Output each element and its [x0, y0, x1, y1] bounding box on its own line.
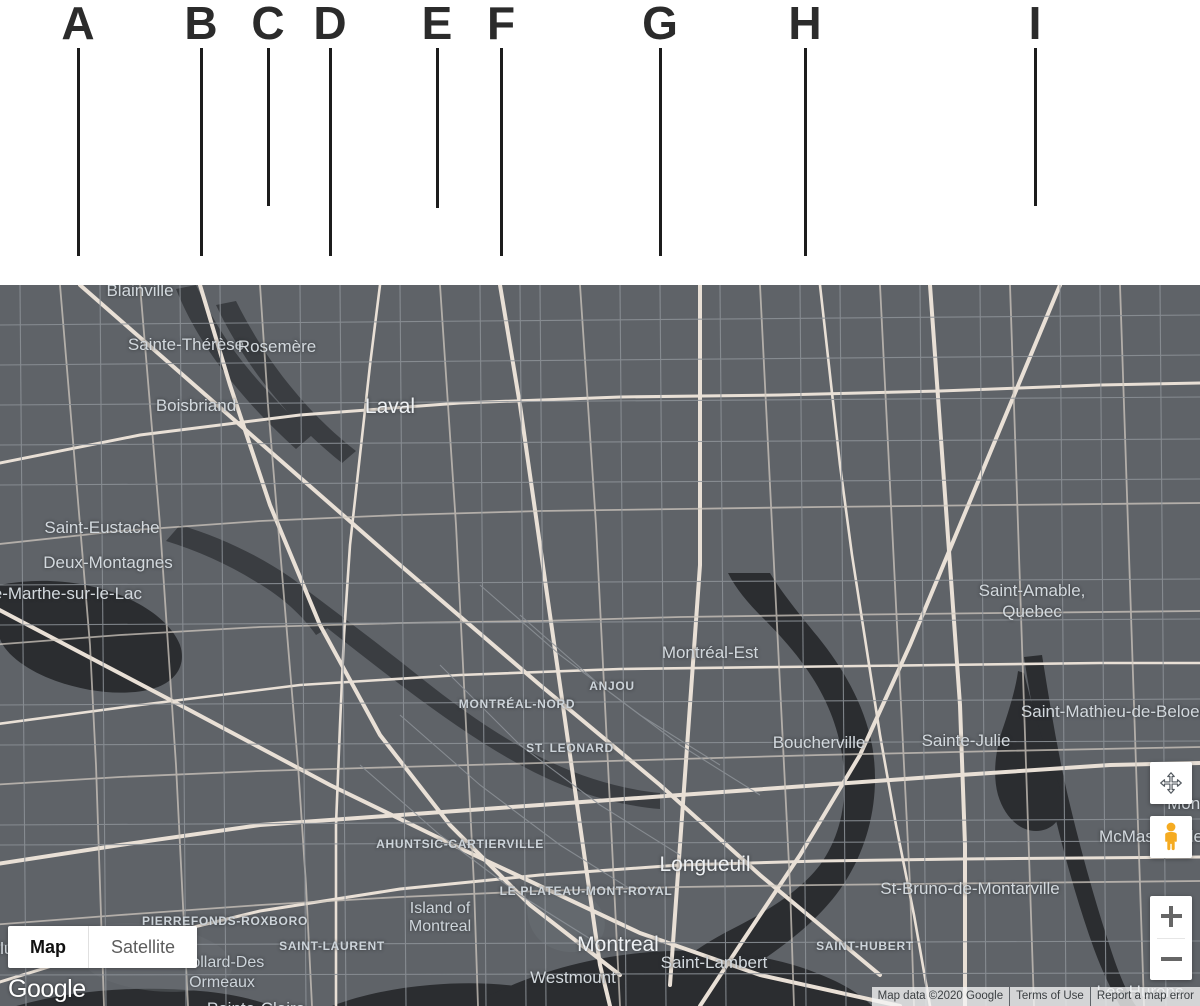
- annotation-letter: A: [61, 0, 95, 49]
- caret-down-icon: [771, 258, 782, 266]
- filter-button-label: Category: [38, 253, 101, 270]
- annotation-callout-G: G: [630, 0, 690, 256]
- less-filters-label: Less Filters: [517, 195, 597, 212]
- annotation-letter: H: [788, 0, 822, 49]
- cases-files-label: Cases, Files: [342, 195, 428, 212]
- annotation-callout-C: C: [238, 0, 298, 206]
- map-type-switch[interactable]: Map Satellite: [8, 926, 198, 968]
- pan-arrows-icon: [1160, 772, 1182, 794]
- filter-button-file-associations[interactable]: File associations: [636, 244, 795, 280]
- caret-down-icon: [963, 258, 974, 266]
- annotation-letter: B: [184, 0, 218, 49]
- chevron-down-icon: [462, 196, 478, 212]
- map-base-artwork: .w { fill:#2b2d30; } .w2 { fill:#3a3d41;…: [0, 285, 1200, 1006]
- search-input[interactable]: [22, 185, 277, 223]
- caret-down-icon: [108, 258, 119, 266]
- annotation-letter: F: [486, 0, 516, 49]
- less-filters-button[interactable]: Less Filters: [503, 183, 632, 225]
- filter-button-device-assignment[interactable]: Device assignment: [811, 244, 987, 280]
- filter-button-date-and-time[interactable]: Date and time: [148, 244, 290, 280]
- map-canvas[interactable]: .w { fill:#2b2d30; } .w2 { fill:#3a3d41;…: [0, 285, 1200, 1006]
- filter-button-category[interactable]: Category: [25, 244, 132, 280]
- caret-down-icon: [596, 258, 607, 266]
- google-logo: Google: [8, 975, 86, 1003]
- annotation-callout-H: H: [775, 0, 835, 256]
- annotation-letter: C: [251, 0, 285, 49]
- filter-button-label: Case status: [319, 253, 402, 270]
- annotation-callout-A: A: [48, 0, 108, 256]
- map-type-satellite-button[interactable]: Satellite: [88, 926, 197, 968]
- pegman-icon: [1165, 822, 1177, 851]
- filter-buttons-row: Category Date and time Case status Case ass…: [0, 239, 1200, 285]
- terms-of-use-link[interactable]: Terms of Use: [1010, 987, 1090, 1006]
- caret-up-icon: [605, 200, 618, 208]
- zoom-out-button[interactable]: [1150, 938, 1192, 980]
- annotation-letter: E: [421, 0, 453, 49]
- pan-control-button[interactable]: [1150, 762, 1192, 804]
- annotation-letter: I: [1028, 0, 1042, 49]
- zoom-controls[interactable]: [1150, 896, 1192, 980]
- search-field-wrapper[interactable]: [22, 185, 307, 225]
- filter-button-label: File associations: [649, 253, 764, 270]
- filter-button-label: Date and time: [161, 253, 259, 270]
- toolbar-primary-row: Cases, Files Less Filters Enter Location…: [0, 173, 1200, 235]
- minus-icon: [1160, 949, 1182, 970]
- map-attribution: Map data ©2020 Google Terms of Use Repor…: [871, 987, 1200, 1006]
- use-my-location-button[interactable]: [1018, 183, 1060, 225]
- map-data-copyright: Map data ©2020 Google: [871, 987, 1010, 1006]
- app-toolbar: Cases, Files Less Filters Enter Location…: [0, 170, 1200, 285]
- search-icon[interactable]: [277, 195, 297, 215]
- zoom-in-button[interactable]: [1150, 896, 1192, 938]
- annotation-callout-D: D: [300, 0, 360, 256]
- annotation-letter: D: [313, 0, 347, 49]
- filter-button-label: Device assignment: [824, 253, 956, 270]
- plus-icon: [1160, 906, 1182, 928]
- annotation-letter: G: [642, 0, 678, 49]
- navigation-arrow-icon: [1029, 192, 1050, 216]
- cases-files-dropdown[interactable]: Cases, Files: [330, 183, 488, 225]
- caret-down-icon: [266, 258, 277, 266]
- grid-icon: [1083, 196, 1101, 212]
- annotation-callout-I: I: [1005, 0, 1065, 206]
- street-view-pegman-button[interactable]: [1150, 816, 1192, 858]
- view-list-button[interactable]: View list: [1070, 183, 1184, 225]
- report-map-error-link[interactable]: Report a map error: [1090, 987, 1200, 1006]
- caret-down-icon: [409, 258, 420, 266]
- annotation-callout-E: E: [407, 0, 467, 208]
- view-list-label: View list: [1109, 195, 1171, 212]
- map-type-map-button[interactable]: Map: [8, 926, 88, 968]
- filter-button-case-status[interactable]: Case status: [306, 244, 433, 280]
- annotation-callout-B: B: [171, 0, 231, 256]
- filter-button-case-associations[interactable]: Case associations: [449, 244, 620, 280]
- filter-button-label: Case associations: [462, 253, 589, 270]
- annotation-callout-F: F: [471, 0, 531, 256]
